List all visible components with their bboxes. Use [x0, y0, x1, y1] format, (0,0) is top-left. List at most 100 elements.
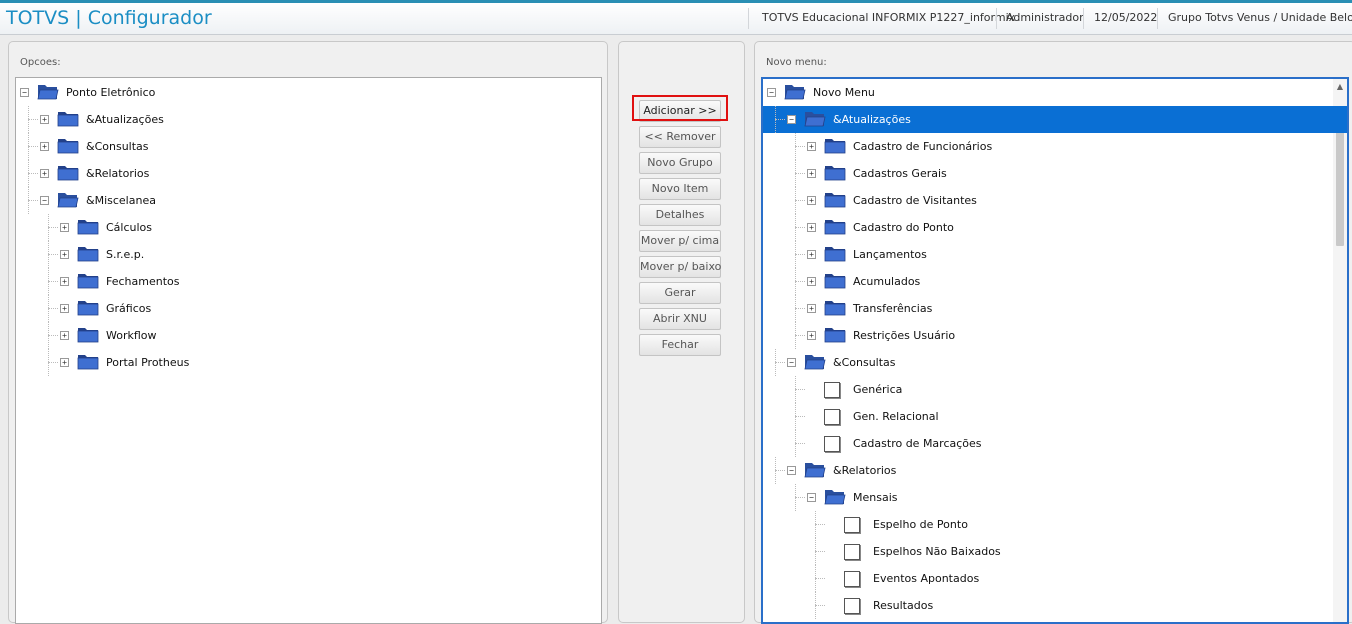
folder-icon — [57, 110, 79, 127]
tree-item[interactable]: − &Miscelanea — [16, 187, 601, 214]
tree-item[interactable]: + S.r.e.p. — [16, 241, 601, 268]
tree-item[interactable]: + &Relatorios — [16, 160, 601, 187]
expand-icon[interactable]: + — [807, 223, 816, 232]
expand-icon[interactable]: + — [60, 331, 69, 340]
tree-item[interactable]: Espelhos Não Baixados — [763, 538, 1347, 565]
tree-connector — [795, 227, 805, 228]
close-button[interactable]: Fechar — [639, 334, 721, 356]
expand-icon[interactable]: + — [40, 115, 49, 124]
tree-item[interactable]: + Lançamentos — [763, 241, 1347, 268]
collapse-icon[interactable]: − — [40, 196, 49, 205]
tree-item[interactable]: + Restrições Usuário — [763, 322, 1347, 349]
tree-item[interactable]: + Transferências — [763, 295, 1347, 322]
collapse-icon[interactable]: − — [20, 88, 29, 97]
move-up-button[interactable]: Mover p/ cima — [639, 230, 721, 252]
expand-icon[interactable]: + — [807, 304, 816, 313]
tree-item[interactable]: − &Atualizações — [763, 106, 1347, 133]
collapse-icon[interactable]: − — [767, 88, 776, 97]
document-icon — [824, 409, 840, 425]
tree-item[interactable]: − Novo Menu — [763, 79, 1347, 106]
new-menu-tree[interactable]: ▲ − Novo Menu − &Atualizações + Cadastro de F… — [761, 77, 1349, 624]
tree-item[interactable]: + Cadastro de Visitantes — [763, 187, 1347, 214]
tree-item-label: Cadastro do Ponto — [853, 221, 954, 234]
tree-item[interactable]: Espelho de Ponto — [763, 511, 1347, 538]
tree-item[interactable]: − &Relatorios — [763, 457, 1347, 484]
folder-open-icon — [804, 461, 826, 478]
details-button[interactable]: Detalhes — [639, 204, 721, 226]
folder-icon — [77, 353, 99, 370]
collapse-icon[interactable]: − — [807, 493, 816, 502]
tree-item[interactable]: + Cálculos — [16, 214, 601, 241]
expand-icon[interactable]: + — [807, 196, 816, 205]
move-down-button[interactable]: Mover p/ baixo — [639, 256, 721, 278]
tree-item[interactable]: Resultados — [763, 592, 1347, 619]
tree-item[interactable]: − Mensais — [763, 484, 1347, 511]
collapse-icon[interactable]: − — [787, 358, 796, 367]
tree-connector — [795, 295, 796, 322]
tree-item[interactable]: Eventos Apontados — [763, 565, 1347, 592]
folder-icon — [77, 272, 99, 289]
tree-item[interactable]: + Cadastro do Ponto — [763, 214, 1347, 241]
expand-icon[interactable]: + — [807, 277, 816, 286]
expand-icon[interactable]: + — [60, 223, 69, 232]
generate-button[interactable]: Gerar — [639, 282, 721, 304]
tree-item-label: S.r.e.p. — [106, 248, 145, 261]
folder-icon — [824, 326, 846, 343]
new-group-button[interactable]: Novo Grupo — [639, 152, 721, 174]
collapse-icon[interactable]: − — [787, 466, 796, 475]
expand-icon[interactable]: + — [60, 250, 69, 259]
document-icon — [844, 598, 860, 614]
tree-connector — [48, 241, 49, 268]
user-label: Administrador — [1006, 11, 1084, 24]
tree-item[interactable]: + Cadastros Gerais — [763, 160, 1347, 187]
tree-connector — [795, 308, 805, 309]
expand-icon[interactable]: + — [807, 250, 816, 259]
tree-item[interactable]: − &Consultas — [763, 349, 1347, 376]
folder-icon — [824, 218, 846, 235]
expand-icon[interactable]: + — [807, 169, 816, 178]
tree-connector — [815, 551, 825, 552]
tree-item[interactable]: + Fechamentos — [16, 268, 601, 295]
tree-item[interactable]: + Cadastro de Funcionários — [763, 133, 1347, 160]
remove-button[interactable]: << Remover — [639, 126, 721, 148]
folder-open-icon — [57, 191, 79, 208]
app-header: TOTVS | Configurador TOTVS Educacional I… — [0, 3, 1352, 35]
tree-item[interactable]: Cadastro de Marcações — [763, 430, 1347, 457]
tree-item[interactable]: + &Consultas — [16, 133, 601, 160]
tree-item-label: &Atualizações — [833, 113, 911, 126]
folder-open-icon — [784, 83, 806, 100]
expand-icon[interactable]: + — [807, 331, 816, 340]
tree-connector — [795, 187, 796, 214]
company-label: Grupo Totvs Venus / Unidade Belo Ho — [1168, 11, 1352, 24]
new-menu-panel-title: Novo menu: — [766, 57, 827, 68]
tree-item[interactable]: + Portal Protheus — [16, 349, 601, 376]
tree-connector — [815, 538, 816, 565]
tree-item[interactable]: + Workflow — [16, 322, 601, 349]
expand-icon[interactable]: + — [60, 304, 69, 313]
environment-label: TOTVS Educacional INFORMIX P1227_informi… — [762, 11, 1016, 24]
tree-item[interactable]: + Gráficos — [16, 295, 601, 322]
tree-connector — [775, 470, 785, 471]
expand-icon[interactable]: + — [60, 277, 69, 286]
tree-connector — [48, 227, 58, 228]
tree-item[interactable]: Genérica — [763, 376, 1347, 403]
tree-connector — [815, 565, 816, 592]
expand-icon[interactable]: + — [40, 142, 49, 151]
document-icon — [824, 436, 840, 452]
tree-connector — [48, 254, 58, 255]
expand-icon[interactable]: + — [60, 358, 69, 367]
new-item-button[interactable]: Novo Item — [639, 178, 721, 200]
open-xnu-button[interactable]: Abrir XNU — [639, 308, 721, 330]
tree-item[interactable]: − Ponto Eletrônico — [16, 79, 601, 106]
highlight-annotation — [632, 95, 728, 121]
tree-connector — [815, 578, 825, 579]
expand-icon[interactable]: + — [40, 169, 49, 178]
tree-connector — [48, 335, 58, 336]
tree-connector — [815, 511, 816, 538]
tree-item[interactable]: + Acumulados — [763, 268, 1347, 295]
expand-icon[interactable]: + — [807, 142, 816, 151]
options-tree[interactable]: − Ponto Eletrônico + &Atualizações + &Consult… — [15, 77, 602, 624]
collapse-icon[interactable]: − — [787, 115, 796, 124]
tree-item[interactable]: + &Atualizações — [16, 106, 601, 133]
tree-item[interactable]: Gen. Relacional — [763, 403, 1347, 430]
